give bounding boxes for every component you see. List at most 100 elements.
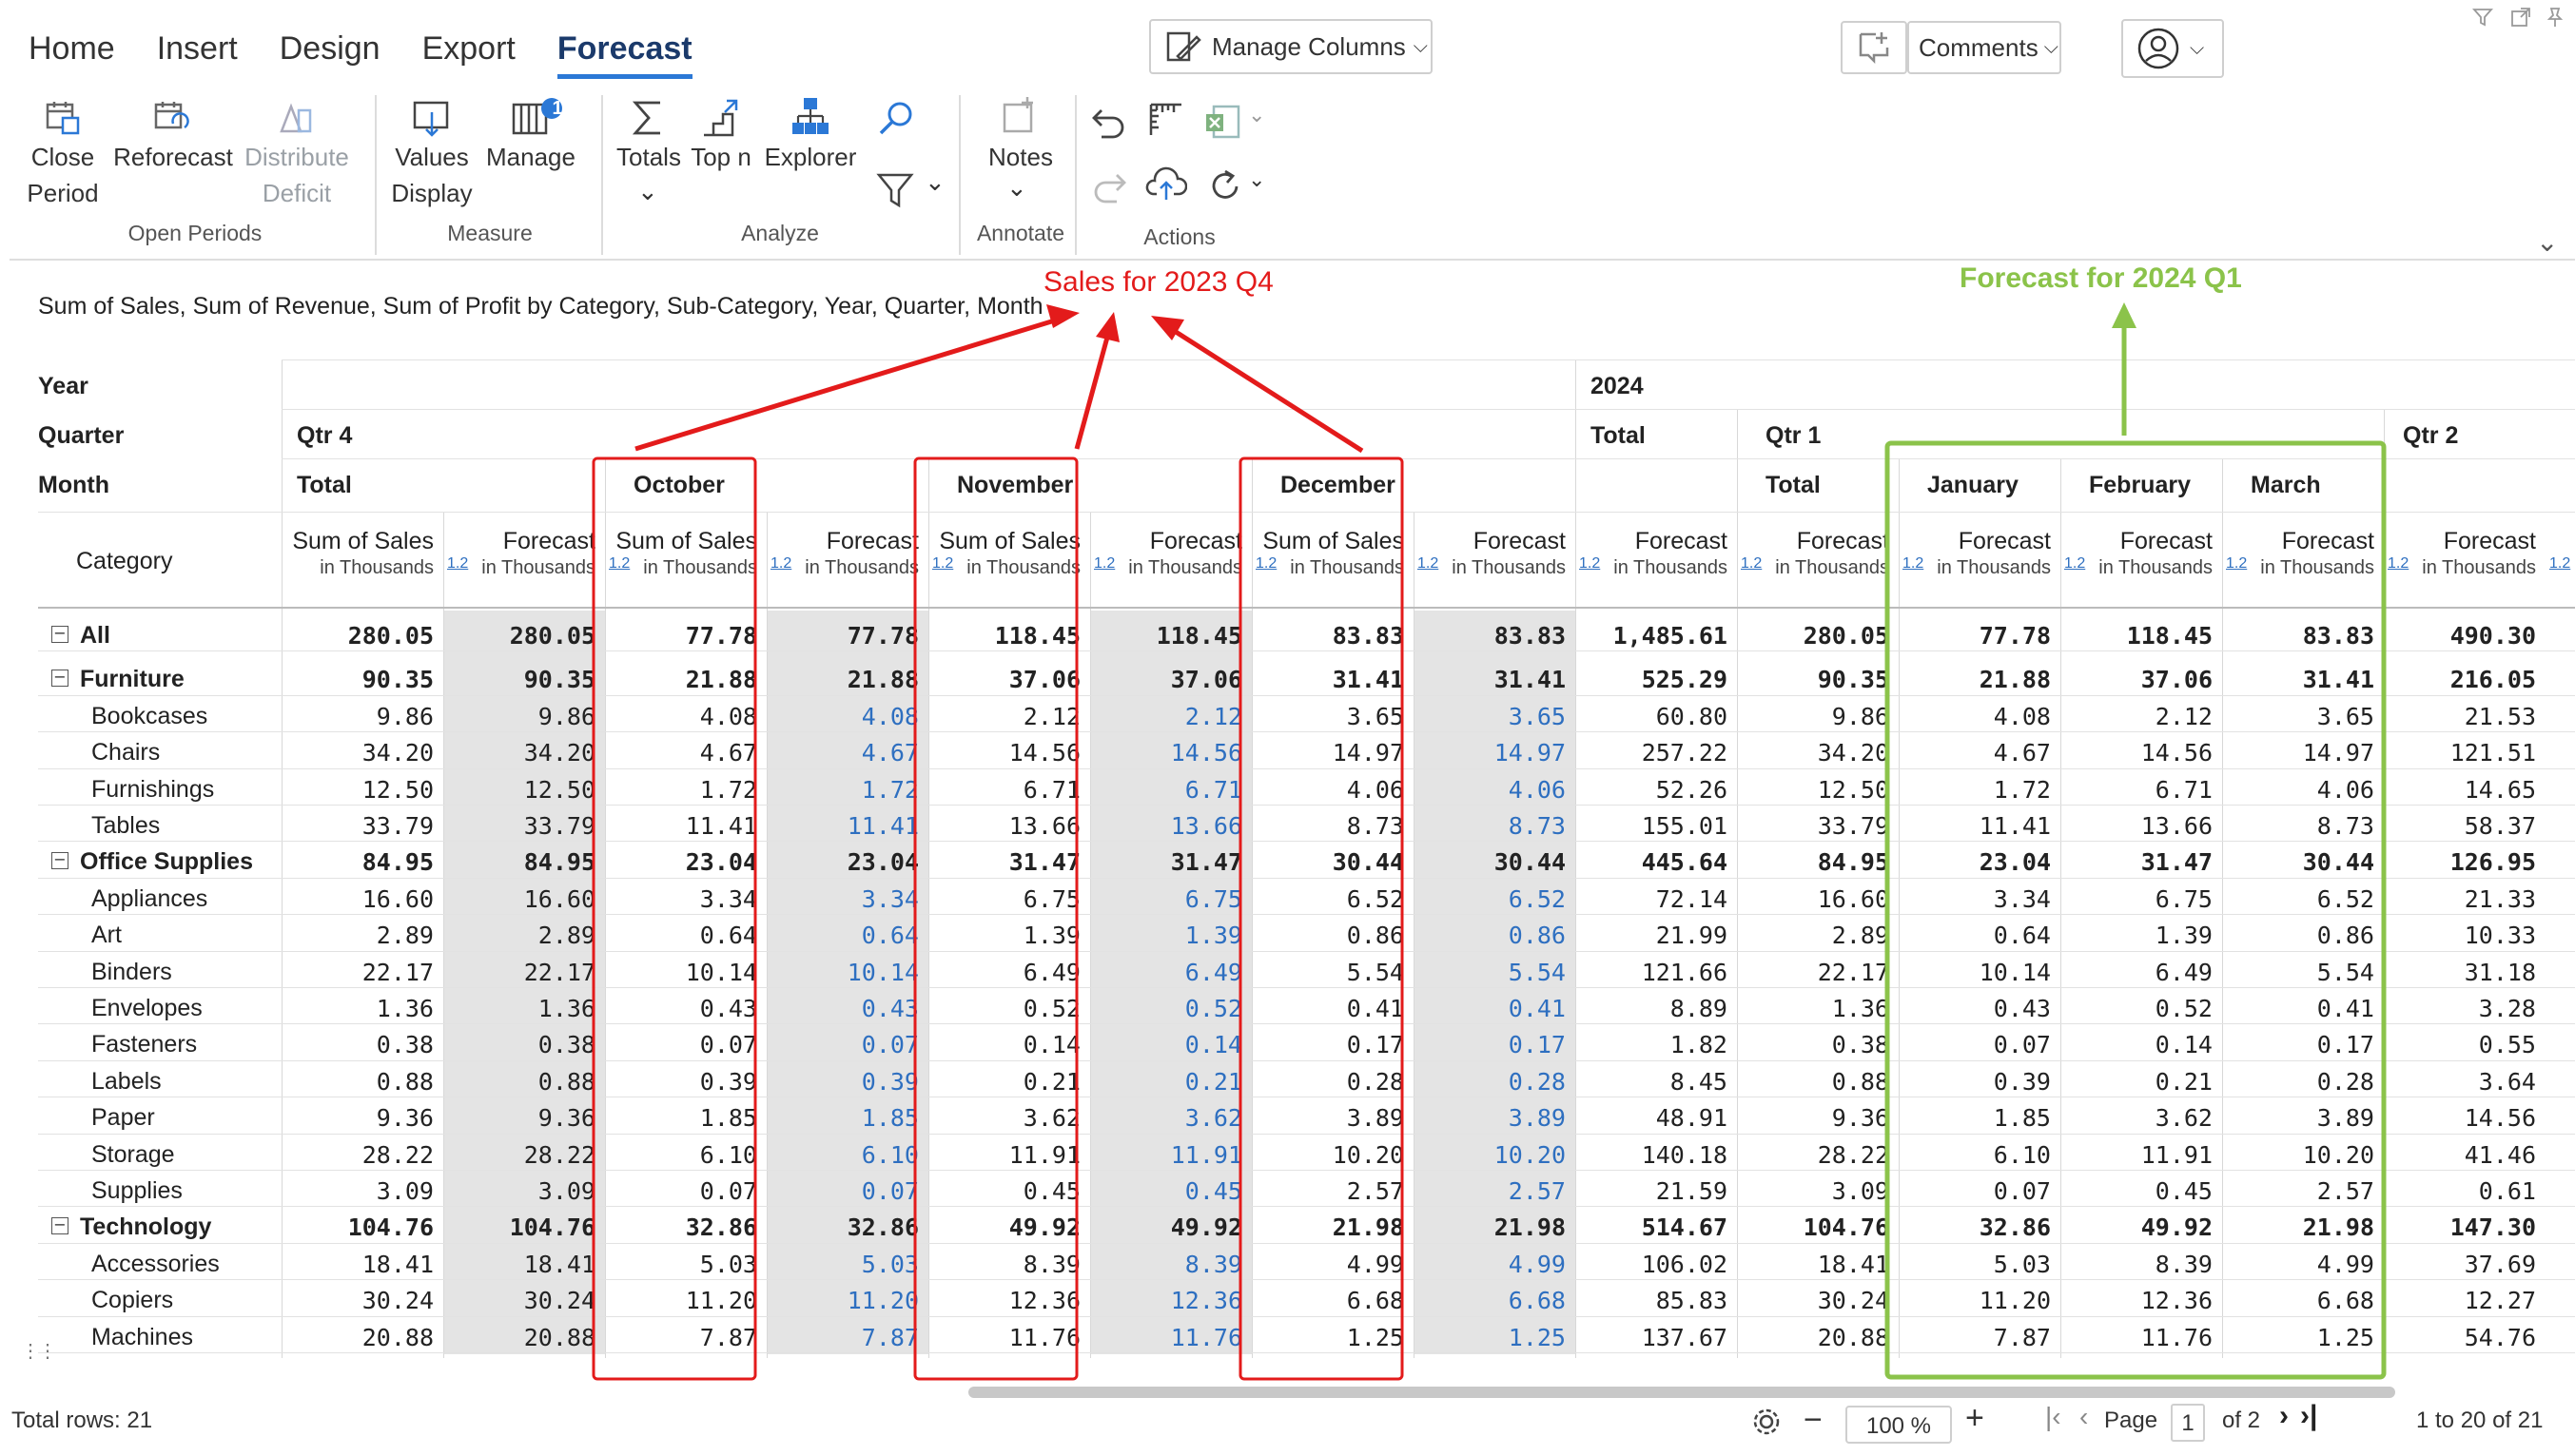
table-cell[interactable]: 3.89 [1414,1104,1575,1132]
values-display-button[interactable]: Values Display [388,139,476,211]
tab-home[interactable]: Home [29,27,115,74]
forecast-header[interactable]: Forecast in Thousands [443,527,605,580]
table-cell[interactable]: 280.05 [443,622,605,650]
table-cell[interactable]: 9.86 [282,703,443,730]
chevron-down-icon[interactable]: ⌄ [1248,167,1265,192]
table-cell[interactable]: 33.79 [282,812,443,840]
table-cell[interactable]: 84.95 [1737,848,1899,876]
table-cell[interactable]: 490.30 [2384,622,2546,650]
table-cell[interactable]: 12.36 [1090,1287,1252,1314]
table-cell[interactable]: 1.36 [282,995,443,1022]
page-input[interactable]: 1 [2171,1404,2205,1442]
table-cell[interactable]: 22.17 [1737,959,1899,986]
table-cell[interactable]: 32.86 [605,1213,767,1241]
table-cell[interactable]: 0.28 [1414,1068,1575,1096]
table-cell[interactable]: 118.45 [2060,622,2222,650]
zoom-input[interactable]: 100 % [1845,1406,1952,1444]
first-page-icon[interactable]: |‹ [2045,1402,2061,1432]
table-cell[interactable]: 0.14 [2060,1031,2222,1058]
table-cell[interactable]: 0.39 [1899,1068,2060,1096]
table-cell[interactable]: 12.36 [928,1287,1090,1314]
ruler-icon[interactable] [1147,101,1185,139]
collapse-icon[interactable]: − [51,626,68,643]
sum-of-sales-header[interactable]: Sum of Sales in Thousands [282,527,443,580]
redo-icon[interactable] [1090,167,1128,205]
table-cell[interactable]: 31.18 [2384,959,2546,986]
table-cell[interactable]: 33.79 [1737,812,1899,840]
filter-icon[interactable] [2471,6,2494,29]
table-cell[interactable]: 4.08 [605,703,767,730]
table-cell[interactable]: 6.68 [1252,1287,1414,1314]
tab-export[interactable]: Export [422,27,516,74]
next-page-icon[interactable]: › [2279,1400,2289,1432]
table-cell[interactable]: 21.53 [2384,703,2546,730]
table-cell[interactable]: 4.99 [2222,1251,2384,1278]
table-cell[interactable]: 13.66 [2060,812,2222,840]
manage-columns-button[interactable]: Manage Columns ⌵ [1149,19,1433,74]
table-cell[interactable]: 31.41 [1252,666,1414,693]
table-cell[interactable]: 8.39 [928,1251,1090,1278]
table-cell[interactable]: 30.24 [282,1287,443,1314]
table-cell[interactable]: 445.64 [1575,848,1737,876]
table-cell[interactable]: 16.60 [1737,885,1899,913]
table-cell[interactable]: 18.41 [1737,1251,1899,1278]
forecast-header[interactable]: Forecast in Thousands [1414,527,1575,580]
table-cell[interactable]: 5.03 [1899,1251,2060,1278]
table-cell[interactable]: 30.24 [1737,1287,1899,1314]
table-cell[interactable]: 6.10 [767,1141,928,1169]
table-cell[interactable]: 8.89 [1575,995,1737,1022]
table-cell[interactable]: 0.55 [2384,1031,2546,1058]
search-icon[interactable] [875,99,917,141]
table-cell[interactable]: 0.14 [928,1031,1090,1058]
table-cell[interactable]: 21.98 [2222,1213,2384,1241]
table-cell[interactable]: 4.08 [1899,703,2060,730]
zoom-out-button[interactable]: − [1804,1402,1823,1439]
table-cell[interactable]: 0.07 [605,1177,767,1205]
table-cell[interactable]: 0.52 [2060,995,2222,1022]
table-cell[interactable]: 0.07 [1899,1031,2060,1058]
table-cell[interactable]: 3.28 [2384,995,2546,1022]
table-cell[interactable]: 4.99 [1414,1251,1575,1278]
table-cell[interactable]: 3.65 [1414,703,1575,730]
table-cell[interactable]: 9.36 [443,1104,605,1132]
table-cell[interactable]: 6.52 [2222,885,2384,913]
table-cell[interactable]: 118.45 [928,622,1090,650]
table-cell[interactable]: 6.10 [1899,1141,2060,1169]
table-cell[interactable]: 20.88 [443,1324,605,1351]
table-cell[interactable]: 10.14 [767,959,928,986]
table-cell[interactable]: 23.04 [767,848,928,876]
table-cell[interactable]: 90.35 [1737,666,1899,693]
table-cell[interactable]: 12.27 [2384,1287,2546,1314]
table-cell[interactable]: 4.99 [1252,1251,1414,1278]
table-cell[interactable]: 4.06 [1252,776,1414,804]
table-cell[interactable]: 14.56 [1090,739,1252,767]
table-cell[interactable]: 1.39 [928,922,1090,949]
table-cell[interactable]: 257.22 [1575,739,1737,767]
table-cell[interactable]: 0.86 [2222,922,2384,949]
table-cell[interactable]: 2.12 [2060,703,2222,730]
table-cell[interactable]: 0.07 [605,1031,767,1058]
refresh-icon[interactable] [1206,167,1244,205]
table-cell[interactable]: 30.24 [443,1287,605,1314]
horizontal-scrollbar[interactable] [968,1387,2395,1398]
manage-measures-button[interactable]: Manage [483,139,578,175]
table-cell[interactable]: 4.67 [605,739,767,767]
table-cell[interactable]: 2.57 [2222,1177,2384,1205]
distribute-deficit-button[interactable]: Distribute Deficit [240,139,354,211]
table-cell[interactable]: 22.17 [443,959,605,986]
table-cell[interactable]: 14.65 [2384,776,2546,804]
forecast-header[interactable]: Forecast in Thousands [1575,527,1737,580]
table-cell[interactable]: 126.95 [2384,848,2546,876]
table-cell[interactable]: 21.88 [767,666,928,693]
table-cell[interactable]: 83.83 [1252,622,1414,650]
chevron-down-icon[interactable]: ⌄ [637,177,658,206]
table-cell[interactable]: 1.25 [1252,1324,1414,1351]
table-cell[interactable]: 6.71 [928,776,1090,804]
close-period-button[interactable]: Close Period [19,139,107,211]
table-cell[interactable]: 3.62 [2060,1104,2222,1132]
forecast-header[interactable]: Forecast in Thousands [1090,527,1252,580]
table-cell[interactable]: 1.85 [767,1104,928,1132]
table-cell[interactable]: 0.88 [282,1068,443,1096]
table-cell[interactable]: 21.59 [1575,1177,1737,1205]
table-cell[interactable]: 0.88 [1737,1068,1899,1096]
